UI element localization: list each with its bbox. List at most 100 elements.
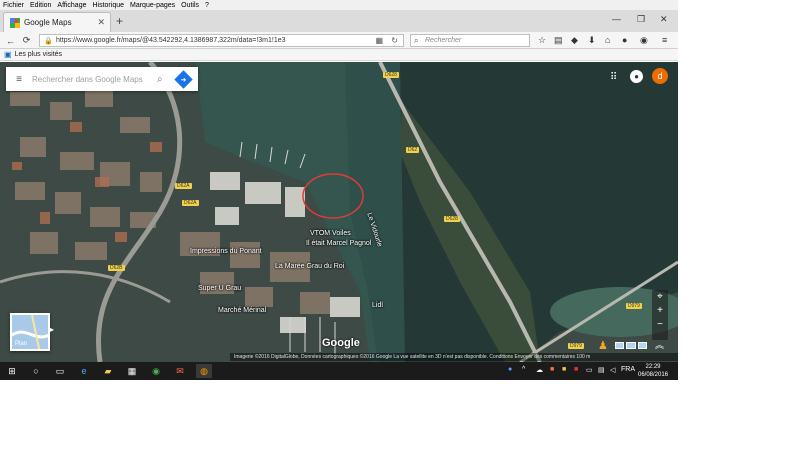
menu-fichier[interactable]: Fichier	[3, 2, 24, 9]
bookmark-folder-icon: ▣	[4, 50, 12, 59]
reading-list-icon[interactable]: ▤	[554, 35, 563, 46]
label-place-5: Super U Grau	[198, 285, 242, 292]
menu-affichage[interactable]: Affichage	[57, 2, 86, 9]
google-logo: Google	[322, 337, 360, 349]
chat-icon[interactable]: ●	[622, 35, 627, 45]
tab-bar: Google Maps ✕ + — ❐ ✕	[0, 10, 678, 32]
map-view-label: Plan	[15, 341, 28, 347]
pegman-icon[interactable]: ♟	[598, 339, 608, 352]
road-tag: D62	[406, 147, 420, 153]
home-icon[interactable]: ⌂	[605, 35, 610, 45]
network-icon[interactable]: ▤	[598, 366, 605, 374]
lock-icon: 🔒	[44, 38, 53, 45]
google-maps-favicon-icon	[10, 17, 20, 28]
road-tag: D979	[626, 303, 642, 309]
menu-bar: Fichier Edition Affichage Historique Mar…	[0, 0, 678, 10]
label-place-6: Marché Mérinal	[218, 307, 267, 314]
back-icon[interactable]: ←	[4, 34, 17, 47]
apps-grid-icon[interactable]: ⠿	[610, 72, 617, 83]
label-place-2: Il était Marcel Pagnol	[306, 240, 372, 247]
store-icon[interactable]: ▦	[124, 364, 140, 378]
menu-help[interactable]: ?	[205, 2, 209, 9]
tray-app-icon[interactable]: ●	[508, 366, 512, 373]
map-view-toggle[interactable]: Plan	[10, 313, 50, 351]
road-tag: D628	[383, 72, 399, 78]
bookmark-most-visited[interactable]: Les plus visités	[15, 51, 62, 58]
tray-notes-icon[interactable]: ■	[562, 366, 566, 373]
tab-title: Google Maps	[24, 18, 72, 27]
clock-date: 06/08/2016	[638, 372, 669, 378]
label-place-4: La Marée Grau du Roi	[275, 263, 345, 270]
task-view-icon[interactable]: ▭	[52, 364, 68, 378]
search-placeholder: Rechercher	[425, 37, 462, 44]
windows-start-icon[interactable]: ⊞	[4, 364, 20, 378]
menu-outils[interactable]: Outils	[181, 2, 199, 9]
directions-icon[interactable]: ➜	[174, 69, 193, 89]
maps-menu-icon[interactable]: ≡	[6, 74, 32, 85]
road-tag: D979	[568, 343, 584, 349]
mail-icon[interactable]: ✉	[172, 364, 188, 378]
search-taskbar-icon[interactable]: ○	[28, 364, 44, 378]
compass-icon[interactable]: ⌖	[652, 290, 668, 304]
pocket-icon[interactable]: ◆	[571, 35, 578, 46]
maps-search-box[interactable]: ≡ Rechercher dans Google Maps ⌕ ➜	[6, 67, 198, 91]
expand-arrow-icon[interactable]: ▸	[50, 325, 54, 334]
road-tag: D62B	[108, 265, 125, 271]
refresh-icon[interactable]: ↻	[391, 36, 398, 45]
sync-icon[interactable]: ◉	[640, 35, 648, 46]
file-explorer-icon[interactable]: ▰	[100, 364, 116, 378]
label-place-1: VTOM Voiles	[310, 230, 351, 237]
address-url: https://www.google.fr/maps/@43.542292,4.…	[56, 37, 286, 44]
satellite-map[interactable]: Le Vidourle VTOM Voiles Il était Marcel …	[0, 62, 678, 362]
tab-google-maps[interactable]: Google Maps ✕	[3, 12, 111, 32]
onedrive-icon[interactable]: ☁	[536, 366, 543, 374]
zoom-in-button[interactable]: +	[652, 304, 668, 318]
zoom-controls: ⌖ + −	[652, 290, 668, 340]
satellite-imagery	[0, 62, 678, 362]
maximize-icon[interactable]: ❐	[637, 14, 645, 25]
road-tag: D62A	[175, 183, 192, 189]
imagery-thumbnails[interactable]	[615, 342, 647, 349]
zoom-out-button[interactable]: −	[652, 318, 668, 332]
browser-window: Fichier Edition Affichage Historique Mar…	[0, 0, 678, 380]
chrome-icon[interactable]: ◉	[148, 364, 164, 378]
label-place-7: Lidl	[372, 302, 383, 309]
bookmarks-bar: ▣ Les plus visités	[0, 49, 678, 61]
clock-time: 22:29	[645, 364, 661, 370]
system-clock[interactable]: 22:29 06/08/2016	[638, 363, 668, 379]
tray-chevron-icon[interactable]: ^	[522, 366, 525, 373]
download-icon[interactable]: ⬇	[588, 35, 596, 46]
navigation-bar: ← ⟳ 🔒 https://www.google.fr/maps/@43.542…	[0, 32, 678, 49]
search-input[interactable]: ⌕ Rechercher	[410, 34, 530, 47]
menu-historique[interactable]: Historique	[92, 2, 124, 9]
volume-icon[interactable]: ◁	[610, 366, 615, 374]
tray-battery-icon[interactable]: ▭	[586, 366, 593, 374]
notifications-icon[interactable]: ●	[630, 70, 643, 83]
page-action-icon[interactable]: ▦	[375, 36, 383, 45]
maps-search-placeholder: Rechercher dans Google Maps	[32, 74, 143, 84]
address-bar[interactable]: 🔒 https://www.google.fr/maps/@43.542292,…	[39, 34, 404, 47]
chevron-up-icon[interactable]: ︽	[655, 338, 664, 351]
map-attribution: Imagerie ©2016 DigitalGlobe, Données car…	[230, 353, 678, 361]
window-close-icon[interactable]: ✕	[660, 14, 668, 25]
edge-icon[interactable]: e	[76, 364, 92, 378]
reload-history-icon[interactable]: ⟳	[20, 34, 33, 47]
input-language[interactable]: FRA	[621, 366, 635, 373]
windows-taskbar: ⊞ ○ ▭ e ▰ ▦ ◉ ✉ ◍ ● ^ ☁ ■ ■ ■ ▭ ▤ ◁ FRA …	[0, 362, 678, 380]
new-tab-icon[interactable]: +	[116, 14, 123, 28]
minimize-icon[interactable]: —	[612, 14, 621, 24]
maps-search-icon[interactable]: ⌕	[157, 74, 173, 85]
hamburger-menu-icon[interactable]: ≡	[662, 35, 667, 45]
label-place-3: Impressions du Ponant	[190, 248, 262, 255]
tray-antivirus-icon[interactable]: ■	[574, 366, 578, 373]
tab-close-icon[interactable]: ✕	[97, 17, 105, 28]
firefox-icon[interactable]: ◍	[196, 364, 212, 378]
road-tag: D628	[444, 216, 460, 222]
road-tag: D62A	[182, 200, 199, 206]
account-avatar[interactable]: d	[652, 68, 668, 84]
tray-security-icon[interactable]: ■	[550, 366, 554, 373]
menu-edition[interactable]: Edition	[30, 2, 51, 9]
bookmark-star-icon[interactable]: ☆	[538, 35, 546, 46]
menu-marque-pages[interactable]: Marque-pages	[130, 2, 175, 9]
search-icon: ⌕	[414, 36, 419, 45]
